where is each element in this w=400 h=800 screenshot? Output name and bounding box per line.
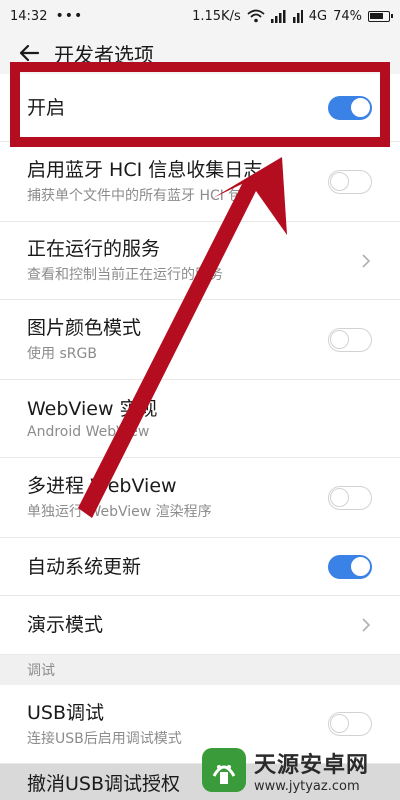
bluetooth-hci-log-row[interactable]: 启用蓝牙 HCI 信息收集日志 捕获单个文件中的所有蓝牙 HCI 包 bbox=[0, 142, 400, 222]
battery-icon bbox=[368, 10, 393, 22]
running-services-row[interactable]: 正在运行的服务 查看和控制当前正在运行的服务 bbox=[0, 222, 400, 300]
bluetooth-hci-toggle[interactable] bbox=[328, 169, 372, 194]
status-time: 14:32 bbox=[10, 8, 48, 24]
row-title: 撤消USB调试授权 bbox=[27, 772, 181, 795]
toggle-knob bbox=[330, 487, 349, 507]
row-title: WebView 实现 bbox=[27, 398, 158, 420]
toggle-knob bbox=[351, 97, 370, 117]
toggle-knob bbox=[330, 329, 349, 349]
row-title: 正在运行的服务 bbox=[27, 238, 161, 260]
row-title: 开启 bbox=[27, 96, 66, 119]
battery-percent: 74% bbox=[333, 8, 362, 24]
row-title: 演示模式 bbox=[27, 614, 104, 636]
watermark-logo-icon bbox=[202, 748, 246, 792]
row-title: 启用蓝牙 HCI 信息收集日志 bbox=[27, 159, 263, 181]
multiprocess-webview-row[interactable]: 多进程 WebView 单独运行 WebView 渲染程序 bbox=[0, 458, 400, 538]
battery-fill bbox=[370, 12, 383, 19]
row-subtitle: 捕获单个文件中的所有蓝牙 HCI 包 bbox=[27, 188, 243, 204]
watermark-title: 天源安卓网 bbox=[254, 752, 370, 778]
demo-mode-row[interactable]: 演示模式 bbox=[0, 596, 400, 655]
network-type: 4G bbox=[308, 8, 328, 24]
row-title: 多进程 WebView bbox=[27, 475, 177, 497]
signal-icon-2 bbox=[292, 9, 303, 23]
enable-toggle[interactable] bbox=[328, 95, 372, 120]
row-subtitle: 使用 sRGB bbox=[27, 346, 97, 362]
chevron-right-icon bbox=[362, 253, 371, 268]
picture-color-mode-row[interactable]: 图片颜色模式 使用 sRGB bbox=[0, 300, 400, 380]
toggle-knob bbox=[330, 171, 349, 191]
row-title: USB调试 bbox=[27, 701, 105, 724]
signal-icon bbox=[270, 9, 286, 23]
back-arrow-icon[interactable] bbox=[18, 42, 40, 64]
auto-system-update-row[interactable]: 自动系统更新 bbox=[0, 538, 400, 596]
row-subtitle: Android WebView bbox=[27, 424, 150, 440]
row-subtitle: 单独运行 WebView 渲染程序 bbox=[27, 504, 212, 520]
multiprocess-webview-toggle[interactable] bbox=[328, 485, 372, 510]
network-speed: 1.15K/s bbox=[192, 8, 241, 24]
watermark: 天源安卓网 www.jytyaz.com bbox=[200, 740, 400, 800]
wifi-icon bbox=[247, 9, 265, 23]
row-title: 图片颜色模式 bbox=[27, 317, 142, 339]
toggle-knob bbox=[330, 714, 349, 733]
row-title: 自动系统更新 bbox=[27, 555, 142, 578]
usb-debugging-toggle[interactable] bbox=[328, 712, 372, 736]
enable-dev-options-row[interactable]: 开启 bbox=[0, 74, 400, 142]
debug-section-header: 调试 bbox=[0, 655, 400, 685]
page-title: 开发者选项 bbox=[54, 42, 154, 67]
status-bar: 14:32 ••• 1.15K/s 4G 74% bbox=[0, 0, 400, 32]
status-dots: ••• bbox=[55, 8, 84, 24]
webview-implementation-row[interactable]: WebView 实现 Android WebView bbox=[0, 380, 400, 458]
row-subtitle: 查看和控制当前正在运行的服务 bbox=[27, 267, 223, 283]
app-header: 开发者选项 bbox=[0, 32, 400, 74]
watermark-url: www.jytyaz.com bbox=[254, 778, 360, 794]
auto-update-toggle[interactable] bbox=[328, 554, 372, 579]
chevron-right-icon bbox=[362, 618, 371, 632]
toggle-knob bbox=[351, 556, 370, 576]
color-mode-toggle[interactable] bbox=[328, 327, 372, 352]
